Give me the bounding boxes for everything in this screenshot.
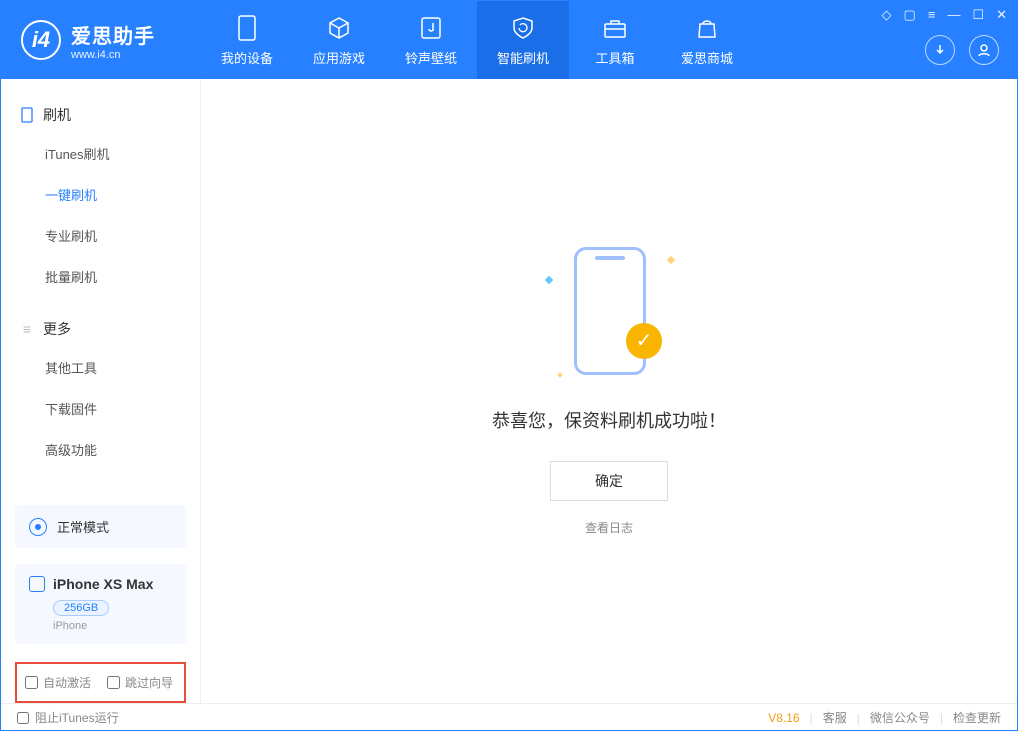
ok-button[interactable]: 确定 (550, 461, 668, 501)
footer-link-wechat[interactable]: 微信公众号 (870, 709, 930, 726)
app-header: i4 爱思助手 www.i4.cn 我的设备 应用游戏 铃声壁纸 智能刷机 工具… (1, 1, 1017, 79)
sidebar-section-flash: 刷机 (1, 97, 200, 133)
close-button[interactable]: ✕ (996, 7, 1007, 23)
minimize-button[interactable]: — (947, 7, 960, 23)
tab-apps-games[interactable]: 应用游戏 (293, 1, 385, 79)
phone-small-icon (29, 576, 45, 592)
view-log-link[interactable]: 查看日志 (585, 519, 633, 536)
tab-smart-flash[interactable]: 智能刷机 (477, 1, 569, 79)
feedback-icon[interactable]: ▢ (904, 7, 916, 23)
sidebar-item-other-tools[interactable]: 其他工具 (1, 347, 200, 388)
cube-icon (325, 14, 353, 42)
nav-tabs: 我的设备 应用游戏 铃声壁纸 智能刷机 工具箱 爱思商城 (201, 1, 753, 79)
device-name: iPhone XS Max (53, 576, 153, 592)
window-controls: ◇ ▢ ≡ — ☐ ✕ (882, 7, 1007, 23)
success-message: 恭喜您，保资料刷机成功啦！ (492, 407, 726, 433)
sidebar-item-batch-flash[interactable]: 批量刷机 (1, 256, 200, 297)
logo-icon: i4 (21, 20, 61, 60)
success-illustration: ✓ (554, 247, 664, 387)
maximize-button[interactable]: ☐ (972, 7, 984, 23)
sidebar-item-itunes-flash[interactable]: iTunes刷机 (1, 133, 200, 174)
app-title: 爱思助手 (71, 20, 155, 49)
tab-store[interactable]: 爱思商城 (661, 1, 753, 79)
phone-icon (233, 14, 261, 42)
device-icon (19, 107, 35, 123)
user-icon[interactable] (969, 35, 999, 65)
sidebar-item-download-firmware[interactable]: 下载固件 (1, 388, 200, 429)
header-right-icons (925, 35, 999, 65)
footer-link-service[interactable]: 客服 (823, 709, 847, 726)
tab-toolbox[interactable]: 工具箱 (569, 1, 661, 79)
checkbox-block-itunes[interactable]: 阻止iTunes运行 (17, 709, 119, 726)
menu-icon[interactable]: ≡ (928, 7, 936, 23)
mode-icon (29, 518, 47, 536)
tab-my-device[interactable]: 我的设备 (201, 1, 293, 79)
device-storage: 256GB (53, 600, 109, 616)
main-content: ✓ 恭喜您，保资料刷机成功啦！ 确定 查看日志 (201, 79, 1017, 703)
toolbox-icon (601, 14, 629, 42)
logo: i4 爱思助手 www.i4.cn (1, 20, 201, 61)
shield-refresh-icon (509, 14, 537, 42)
bag-icon (693, 14, 721, 42)
sidebar-item-advanced[interactable]: 高级功能 (1, 429, 200, 470)
sidebar: 刷机 iTunes刷机 一键刷机 专业刷机 批量刷机 ≡ 更多 其他工具 下载固… (1, 79, 201, 703)
skin-icon[interactable]: ◇ (882, 7, 892, 23)
status-bar: 阻止iTunes运行 V8.16 | 客服 | 微信公众号 | 检查更新 (1, 703, 1017, 731)
device-info-card[interactable]: iPhone XS Max 256GB iPhone (15, 564, 186, 644)
app-subtitle: www.i4.cn (71, 49, 155, 61)
highlighted-options: 自动激活 跳过向导 (15, 662, 186, 703)
footer-link-update[interactable]: 检查更新 (953, 709, 1001, 726)
checkbox-skip-guide[interactable]: 跳过向导 (107, 674, 173, 691)
checkmark-badge-icon: ✓ (626, 323, 662, 359)
device-mode-card[interactable]: 正常模式 (15, 505, 186, 548)
tab-ringtones-wallpapers[interactable]: 铃声壁纸 (385, 1, 477, 79)
sidebar-item-oneclick-flash[interactable]: 一键刷机 (1, 174, 200, 215)
music-note-icon (417, 14, 445, 42)
checkbox-auto-activate[interactable]: 自动激活 (25, 674, 91, 691)
list-icon: ≡ (19, 321, 35, 337)
sidebar-item-pro-flash[interactable]: 专业刷机 (1, 215, 200, 256)
download-icon[interactable] (925, 35, 955, 65)
device-type: iPhone (53, 620, 172, 632)
version-label: V8.16 (768, 711, 799, 725)
sidebar-section-more: ≡ 更多 (1, 311, 200, 347)
